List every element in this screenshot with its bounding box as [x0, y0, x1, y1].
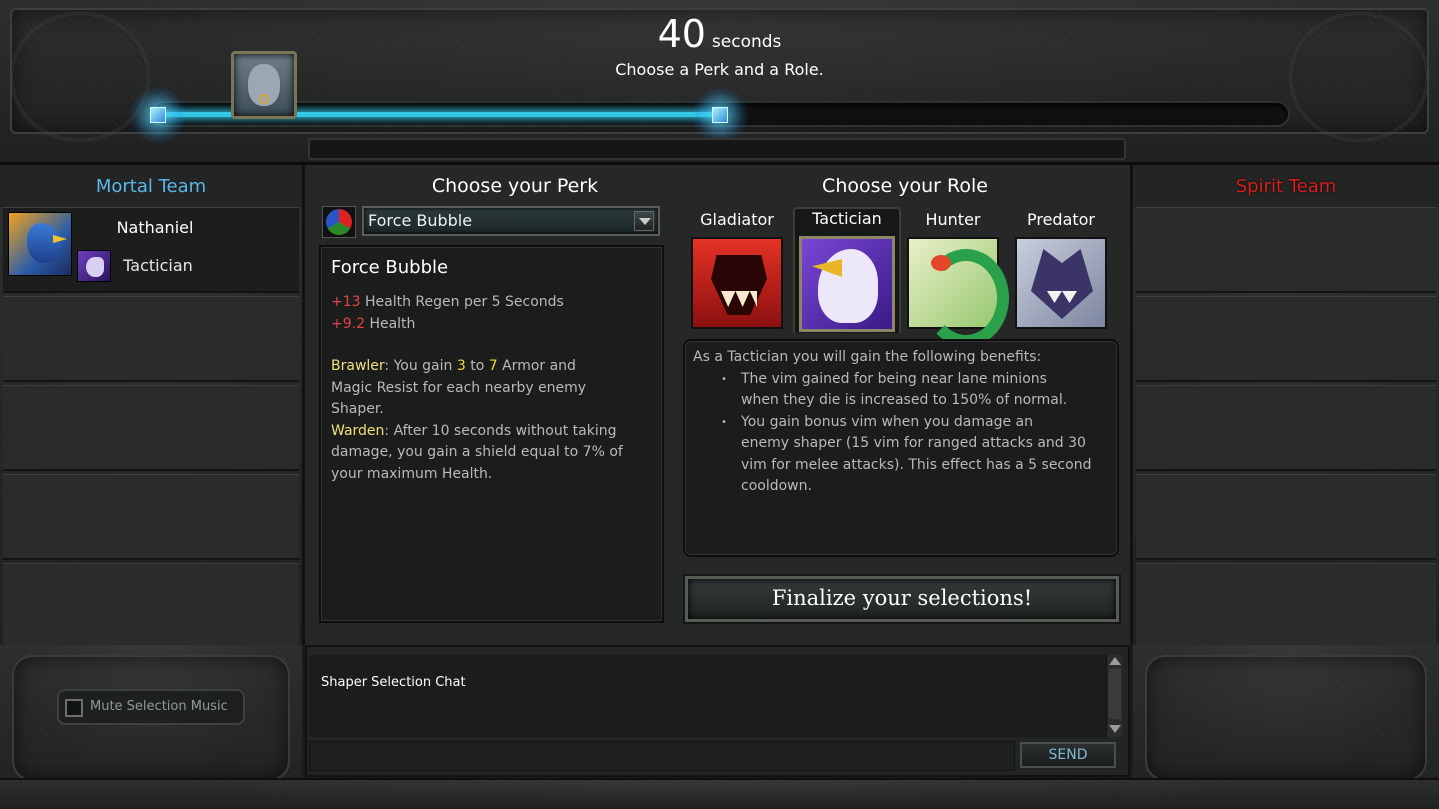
top-bar: 40 seconds Choose a Perk and a Role.	[0, 0, 1439, 165]
role-label: Gladiator	[700, 210, 774, 229]
perk-detail-panel: Force Bubble +13 Health Regen per 5 Seco…	[319, 245, 664, 623]
player-role-eagle-icon	[77, 250, 111, 282]
scroll-down-icon[interactable]	[1109, 725, 1121, 733]
mute-music-checkbox[interactable]	[65, 699, 83, 717]
chat-heading: Shaper Selection Chat	[321, 675, 466, 690]
team-slot	[1136, 474, 1436, 560]
team-slot	[1136, 296, 1436, 382]
scroll-thumb[interactable]	[1109, 669, 1121, 719]
brawler-description-line: Shaper.	[331, 401, 384, 417]
chat-input[interactable]	[309, 741, 1015, 771]
perk-section-title: Choose your Perk	[431, 175, 599, 197]
mute-music-label: Mute Selection Music	[90, 699, 228, 714]
eagle-icon[interactable]	[799, 236, 895, 332]
spirit-team-panel: Spirit Team	[1133, 165, 1439, 649]
scroll-up-icon[interactable]	[1109, 657, 1121, 665]
timer-unit: seconds	[711, 32, 782, 52]
brawler-description-line: Magic Resist for each nearby enemy	[331, 379, 587, 396]
perk-dropdown[interactable]: Force Bubble	[362, 206, 660, 236]
timer-value: 40	[657, 12, 706, 56]
role-label: Hunter	[925, 210, 981, 229]
chevron-down-icon[interactable]	[634, 211, 654, 231]
footer-strip	[0, 778, 1439, 809]
role-predator[interactable]: Predator	[1013, 210, 1109, 329]
selection-panel: Choose your Perk Choose your Role Force …	[302, 165, 1133, 645]
role-hunter[interactable]: Hunter	[905, 210, 1009, 347]
perk-stat: +9.2 Health	[331, 315, 416, 332]
role-intro: As a Tactician you will gain the followi…	[693, 349, 1042, 365]
perk-pie-icon	[322, 206, 356, 238]
secondary-track	[308, 138, 1126, 160]
send-button[interactable]: SEND	[1020, 742, 1116, 768]
chat-scrollbar[interactable]	[1106, 655, 1122, 737]
team-slot	[1136, 207, 1436, 293]
role-section-title: Choose your Role	[822, 175, 988, 197]
perk-stat: +13 Health Regen per 5 Seconds	[331, 294, 564, 310]
mortal-team-title: Mortal Team	[95, 175, 207, 197]
chat-log	[309, 655, 1106, 737]
team-slot	[3, 474, 299, 560]
role-label: Predator	[1026, 210, 1096, 229]
serpent-icon[interactable]	[907, 237, 1009, 347]
chat-panel: Shaper Selection Chat SEND	[305, 645, 1130, 777]
mortal-team-header: Mortal Team	[0, 165, 302, 207]
team-slot	[3, 385, 299, 471]
mortal-team-panel: Mortal Team Nathaniel Tactician	[0, 165, 302, 649]
player-role: Tactician	[123, 256, 193, 275]
wolf-icon[interactable]	[1015, 237, 1107, 329]
role-gladiator[interactable]: Gladiator	[689, 210, 785, 329]
warden-description-line: your maximum Health.	[331, 465, 493, 482]
role-benefit: You gain bonus vim when you damage anene…	[721, 412, 1109, 498]
finalize-button[interactable]: Finalize your selections!	[685, 576, 1119, 622]
timer-instruction: Choose a Perk and a Role.	[615, 60, 824, 79]
player-name: Nathaniel	[116, 218, 194, 237]
role-tactician[interactable]: Tactician	[793, 207, 901, 333]
team-slot	[1136, 385, 1436, 471]
spirit-team-title: Spirit Team	[1235, 175, 1337, 197]
warden-description-line: damage, you gain a shield equal to 7% of	[331, 444, 623, 460]
role-benefit: The vim gained for being near lane minio…	[721, 369, 1109, 412]
role-label: Tactician	[812, 209, 882, 228]
ally-portrait[interactable]	[231, 51, 297, 119]
brawler-description: Brawler: You gain 3 to 7 Armor and	[331, 358, 576, 374]
spirit-team-header: Spirit Team	[1133, 165, 1439, 207]
warden-description: Warden: After 10 seconds without taking	[331, 422, 617, 439]
team-slot	[1136, 563, 1436, 649]
mute-music-control: Mute Selection Music	[57, 689, 245, 725]
team-slot	[3, 296, 299, 382]
role-benefits-list: The vim gained for being near lane minio…	[721, 369, 1109, 499]
countdown-timer: 40 seconds	[0, 12, 1439, 56]
player-slot[interactable]: Nathaniel Tactician	[3, 207, 299, 293]
team-slot	[3, 563, 299, 649]
player-portrait	[8, 212, 72, 276]
progress-start-orb-icon	[129, 86, 187, 144]
role-description-panel: As a Tactician you will gain the followi…	[683, 339, 1119, 557]
tiger-icon[interactable]	[691, 237, 783, 329]
perk-name: Force Bubble	[331, 257, 449, 278]
progress-marker-orb-icon	[691, 86, 749, 144]
perk-dropdown-value: Force Bubble	[368, 211, 473, 230]
